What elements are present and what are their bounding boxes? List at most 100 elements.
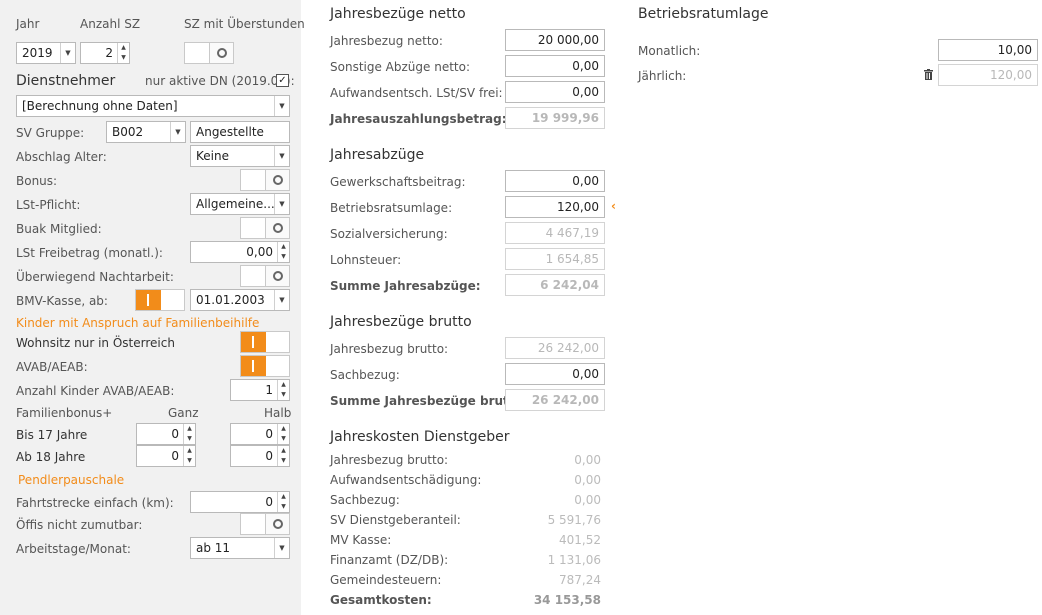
oeffis-toggle[interactable] — [240, 513, 290, 535]
anzahl-sz-value: 2 — [105, 46, 113, 60]
avab-toggle[interactable] — [240, 355, 290, 377]
toggle-on-icon — [136, 290, 161, 310]
nachtarbeit-toggle[interactable] — [240, 265, 290, 287]
jaehrlich-label: Jährlich: — [638, 69, 687, 83]
sachbezug-input[interactable]: 0,00 — [505, 363, 605, 385]
brutto-row-label: Jahresbezug brutto: — [330, 342, 449, 356]
bis17-halb-stepper[interactable]: 0 ▲ ▼ — [230, 423, 290, 445]
kosten-row-value: 401,52 — [559, 533, 601, 547]
active-dn-label: nur aktive DN (2019.01): — [145, 74, 295, 88]
pendler-section-title: Pendlerpauschale — [18, 473, 125, 487]
arbeitstage-select[interactable]: ab 11 ▼ — [190, 537, 290, 559]
spinner-icon[interactable]: ▲ ▼ — [117, 43, 129, 63]
kosten-row-label: Sachbezug: — [330, 493, 400, 507]
kosten-row-label: Finanzamt (DZ/DB): — [330, 553, 449, 567]
br-title: Betriebsratumlage — [638, 6, 769, 22]
trash-icon[interactable] — [924, 69, 933, 80]
wohnsitz-label: Wohnsitz nur in Österreich — [16, 336, 175, 350]
sz-ueberstunden-label: SZ mit Überstunden — [184, 17, 305, 31]
buak-label: Buak Mitglied: — [16, 222, 102, 236]
freibetrag-value: 0,00 — [246, 245, 273, 259]
chevron-down-icon: ▼ — [274, 96, 289, 116]
anzahl-kinder-label: Anzahl Kinder AVAB/AEAB: — [16, 384, 175, 398]
anzahl-kinder-stepper[interactable]: 1 ▲ ▼ — [230, 379, 290, 401]
wohnsitz-toggle[interactable] — [240, 331, 290, 353]
spinner-icon[interactable]: ▲ ▼ — [277, 242, 289, 262]
toggle-off-icon — [265, 170, 289, 190]
sz-ueberstunden-toggle[interactable] — [184, 42, 234, 64]
kosten-row-value: 0,00 — [574, 453, 601, 467]
betriebsratsumlage-input[interactable]: 120,00 — [505, 196, 605, 218]
kosten-row-value: 0,00 — [574, 493, 601, 507]
bmv-label: BMV-Kasse, ab: — [16, 294, 108, 308]
spinner-icon[interactable]: ▲ ▼ — [183, 446, 195, 466]
abschlag-select[interactable]: Keine ▼ — [190, 145, 290, 167]
arbeitstage-label: Arbeitstage/Monat: — [16, 542, 131, 556]
sv-name-field[interactable]: Angestellte — [190, 121, 290, 143]
year-select[interactable]: 2019 ▼ — [16, 42, 76, 64]
toggle-off-icon — [265, 218, 289, 238]
kinder-section-title: Kinder mit Anspruch auf Familienbeihilfe — [16, 316, 260, 330]
abzuege-row-label: Sozialversicherung: — [330, 227, 448, 241]
jahresbezug-netto-input[interactable]: 20 000,00 — [505, 29, 605, 51]
bonus-toggle[interactable] — [240, 169, 290, 191]
sv-code-value: B002 — [112, 125, 144, 139]
nachtarbeit-label: Überwiegend Nachtarbeit: — [16, 270, 174, 284]
freibetrag-stepper[interactable]: 0,00 ▲ ▼ — [190, 241, 290, 263]
spinner-icon[interactable]: ▲ ▼ — [277, 446, 289, 466]
netto-total-value: 19 999,96 — [505, 107, 605, 129]
year-value: 2019 — [22, 46, 53, 60]
anzahl-kinder-value: 1 — [265, 383, 273, 397]
brutto-total-label: Summe Jahresbezüge brutto: — [330, 394, 528, 408]
netto-total-label: Jahresauszahlungsbetrag: — [330, 112, 507, 126]
bmv-toggle[interactable] — [135, 289, 185, 311]
netto-title: Jahresbezüge netto — [330, 6, 466, 22]
ab18-halb-stepper[interactable]: 0 ▲ ▼ — [230, 445, 290, 467]
bis17-ganz-stepper[interactable]: 0 ▲ ▼ — [136, 423, 196, 445]
kosten-row-label: SV Dienstgeberanteil: — [330, 513, 461, 527]
kosten-row-label: MV Kasse: — [330, 533, 392, 547]
fahrtstrecke-label: Fahrtstrecke einfach (km): — [16, 496, 174, 510]
spinner-icon[interactable]: ▲ ▼ — [277, 380, 289, 400]
ganz-label: Ganz — [168, 406, 199, 420]
abzuege-row-label: Gewerkschaftsbeitrag: — [330, 175, 466, 189]
settings-panel: Jahr Anzahl SZ SZ mit Überstunden 2019 ▼ … — [0, 0, 305, 615]
lohnsteuer-value: 1 654,85 — [505, 248, 605, 270]
active-dn-checkbox[interactable]: ✓ — [276, 74, 289, 87]
netto-row-label: Aufwandsentsch. LSt/SV frei: — [330, 86, 503, 100]
gewerkschaft-input[interactable]: 0,00 — [505, 170, 605, 192]
buak-toggle[interactable] — [240, 217, 290, 239]
oeffis-label: Öffis nicht zumutbar: — [16, 518, 143, 532]
ab18-ganz-stepper[interactable]: 0 ▲ ▼ — [136, 445, 196, 467]
spinner-icon[interactable]: ▲ ▼ — [277, 492, 289, 512]
halb-label: Halb — [264, 406, 292, 420]
brutto-title: Jahresbezüge brutto — [330, 314, 472, 330]
spinner-icon[interactable]: ▲ ▼ — [277, 424, 289, 444]
bmv-date-picker[interactable]: 01.01.2003 ▼ — [190, 289, 290, 311]
dienstnehmer-value: [Berechnung ohne Daten] — [22, 99, 178, 113]
bmv-date-value: 01.01.2003 — [196, 293, 265, 307]
aufwandsentsch-input[interactable]: 0,00 — [505, 81, 605, 103]
chevron-left-icon[interactable]: ‹ — [611, 199, 616, 213]
anzahl-sz-stepper[interactable]: 2 ▲ ▼ — [80, 42, 130, 64]
chevron-down-icon: ▼ — [274, 290, 289, 310]
arbeitstage-value: ab 11 — [196, 541, 231, 555]
spinner-icon[interactable]: ▲ ▼ — [183, 424, 195, 444]
sv-code-select[interactable]: B002 ▼ — [106, 121, 186, 143]
abzuege-title: Jahresabzüge — [330, 147, 425, 163]
toggle-on-icon — [241, 356, 266, 376]
monatlich-input[interactable]: 10,00 — [938, 39, 1038, 61]
toggle-off-icon — [209, 43, 233, 63]
bis17-label: Bis 17 Jahre — [16, 428, 88, 442]
abzuege-total-label: Summe Jahresabzüge: — [330, 279, 481, 293]
abzuege-row-label: Betriebsratsumlage: — [330, 201, 453, 215]
ab18-label: Ab 18 Jahre — [16, 450, 86, 464]
dienstnehmer-select[interactable]: [Berechnung ohne Daten] ▼ — [16, 95, 290, 117]
chevron-down-icon: ▼ — [274, 538, 289, 558]
fahrtstrecke-value: 0 — [265, 495, 273, 509]
kosten-title: Jahreskosten Dienstgeber — [330, 429, 510, 445]
lst-pflicht-select[interactable]: Allgemeine... ▼ — [190, 193, 290, 215]
abzuege-total-value: 6 242,04 — [505, 274, 605, 296]
sonstige-abzuege-input[interactable]: 0,00 — [505, 55, 605, 77]
fahrtstrecke-stepper[interactable]: 0 ▲ ▼ — [190, 491, 290, 513]
